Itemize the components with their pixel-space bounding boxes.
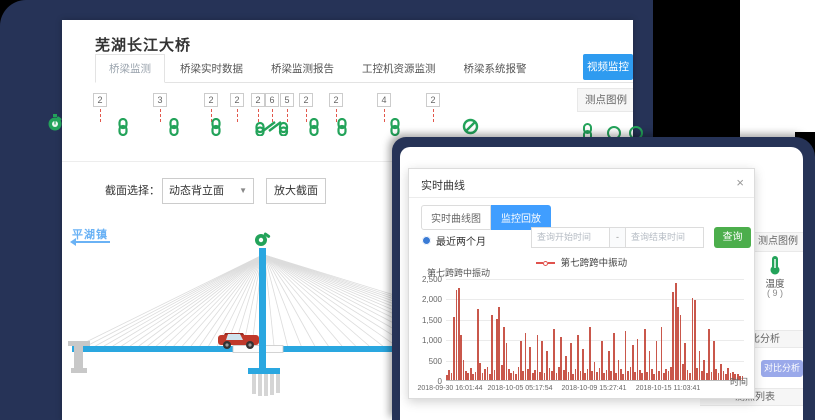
radio-last-two-months[interactable] <box>422 236 431 245</box>
dash-connector <box>384 109 385 122</box>
bridge-tower <box>259 248 266 370</box>
query-time-row: 查询开始时间 - 查询结束时间 查询 <box>531 227 751 248</box>
section-select-label: 截面选择： <box>105 178 160 204</box>
deck-joint-segment <box>233 346 283 353</box>
x-tick-label: 2018-10-05 05:17:54 <box>480 385 560 392</box>
sensor-count-badge: 6 <box>265 93 279 107</box>
realtime-curve-modal: 实时曲线 × 实时曲线图 监控回放 最近两个月 查询开始时间 - 查询结束时间 … <box>408 168 755 399</box>
chain-link-icon[interactable] <box>336 118 348 141</box>
chain-link-icon[interactable] <box>117 118 129 141</box>
chain-link-icon[interactable] <box>210 118 222 141</box>
tab-realtime-curve[interactable]: 实时曲线图 <box>421 205 491 230</box>
x-tick-label: 2018-09-30 16:01:44 <box>410 385 490 392</box>
start-time-input[interactable]: 查询开始时间 <box>531 227 610 248</box>
end-time-input[interactable]: 查询结束时间 <box>625 227 704 248</box>
tower-pier <box>248 368 280 396</box>
y-tick-label: 1,500 <box>412 316 442 325</box>
dash-connector <box>237 109 238 122</box>
chain-link-icon[interactable] <box>308 118 320 141</box>
range-radio-row: 最近两个月 <box>422 233 486 248</box>
abutment-pier <box>68 341 90 373</box>
section-dropdown[interactable]: 动态背立面 ▼ <box>162 178 254 204</box>
legend-label: 第七跨跨中振动 <box>561 258 628 269</box>
screenshot-stage: 芜湖长江大桥 桥梁监测桥梁实时数据桥梁监测报告工控机资源监测桥梁系统报警 视频监… <box>0 0 815 420</box>
close-icon[interactable]: × <box>736 175 744 190</box>
gps-icon[interactable] <box>255 232 271 246</box>
sensor-count-badge: 4 <box>377 93 391 107</box>
sensor-count-badge: 3 <box>153 93 167 107</box>
y-tick-label: 2,000 <box>412 295 442 304</box>
thermometer-icon[interactable] <box>768 255 782 275</box>
sensor-count-badge: 2 <box>329 93 343 107</box>
radio-label: 最近两个月 <box>436 233 486 248</box>
sensor-count-badge: 2 <box>251 93 265 107</box>
sensor-count-badge: 2 <box>299 93 313 107</box>
gridline <box>446 299 744 300</box>
sensor-count-badge: 5 <box>280 93 294 107</box>
sensor-count-badge: 2 <box>230 93 244 107</box>
y-tick-label: 1,000 <box>412 336 442 345</box>
backdrop-black-band <box>640 0 740 142</box>
y-tick-label: 2,500 <box>412 275 442 284</box>
gridline <box>446 279 744 280</box>
dash-connector <box>160 109 161 122</box>
chain-link-icon[interactable] <box>168 118 180 141</box>
query-button[interactable]: 查询 <box>714 227 751 248</box>
x-axis-title: 时间 <box>730 375 748 388</box>
modal-title: 实时曲线 <box>421 177 465 193</box>
enlarge-section-button[interactable]: 放大截面 <box>266 178 326 204</box>
x-tick-label: 2018-10-15 11:03:41 <box>628 385 708 392</box>
temp-count: ( 9 ) <box>758 288 792 298</box>
dash-connector <box>306 109 307 122</box>
x-tick-label: 2018-10-09 15:27:41 <box>554 385 634 392</box>
sensor-count-badge: 2 <box>204 93 218 107</box>
vibration-chart-plot: 2,5002,0001,5001,0005000 <box>446 279 744 381</box>
legend-panel-header: 测点图例 <box>577 88 633 112</box>
legend-line-icon <box>536 262 543 264</box>
dash-connector <box>433 109 434 122</box>
legend-line-icon <box>548 262 555 264</box>
sensor-cluster-icon[interactable] <box>255 118 289 141</box>
sensor-count-badge: 2 <box>426 93 440 107</box>
sensor-count-badge: 2 <box>93 93 107 107</box>
y-tick-label: 500 <box>412 357 442 366</box>
section-dropdown-value: 动态背立面 <box>169 185 224 197</box>
modal-title-divider <box>409 197 754 198</box>
time-separator: - <box>610 227 625 248</box>
chevron-down-icon: ▼ <box>239 179 247 203</box>
stopwatch-icon[interactable] <box>47 114 63 137</box>
compare-analysis-button[interactable]: 对比分析 <box>761 360 803 377</box>
dash-connector <box>100 109 101 122</box>
